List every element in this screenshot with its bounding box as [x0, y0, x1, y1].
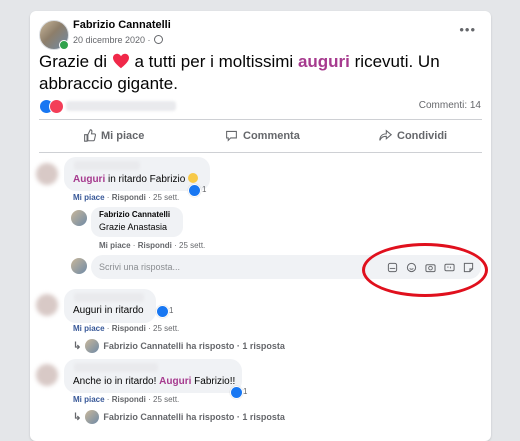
online-status-dot	[59, 40, 69, 50]
action-bar: Mi piace Commenta Condividi	[39, 123, 482, 149]
blurred-commenter-name	[74, 293, 144, 302]
commenter-avatar[interactable]	[36, 163, 58, 185]
comment-reaction-count[interactable]: 1	[202, 185, 206, 194]
reply-meta: Mi piace · Rispondi · 25 sett.	[99, 241, 206, 250]
like-reaction-icon	[188, 184, 201, 197]
love-reaction-icon	[49, 99, 64, 114]
reply-author[interactable]: Fabrizio Cannatelli	[99, 210, 170, 219]
comment-like-link[interactable]: Mi piace	[73, 395, 105, 404]
share-button[interactable]: Condividi	[379, 129, 447, 142]
reply-arrow-icon: ↳	[73, 340, 82, 352]
comment-text: Auguri in ritardo	[73, 305, 144, 316]
reply-text: Grazie Anastasia	[99, 222, 168, 232]
comment-button[interactable]: Commenta	[225, 129, 300, 142]
comment-reply-link[interactable]: Rispondi	[112, 324, 146, 333]
current-user-avatar	[71, 258, 87, 274]
reply-input-placeholder: Scrivi una risposta...	[99, 262, 181, 272]
blurred-commenter-name	[74, 363, 158, 372]
globe-icon	[153, 35, 163, 44]
comment-reply-link[interactable]: Rispondi	[112, 193, 146, 202]
comment-time[interactable]: · 25 sett.	[148, 395, 179, 404]
like-reaction-icon	[230, 386, 243, 399]
reply-author-avatar[interactable]	[71, 210, 87, 226]
divider	[39, 152, 482, 153]
post-text-highlight: auguri	[297, 52, 350, 71]
comment-meta: Mi piace · Rispondi · 25 sett.	[73, 193, 180, 202]
like-button-label: Mi piace	[101, 129, 145, 142]
blurred-commenter-name	[74, 161, 140, 170]
comment-highlight: Auguri	[159, 376, 192, 387]
comment-button-label: Commenta	[243, 129, 300, 142]
comment-meta: Mi piace · Rispondi · 25 sett.	[73, 324, 180, 333]
commenter-avatar[interactable]	[36, 294, 58, 316]
divider	[39, 119, 482, 120]
comment-icon	[226, 130, 237, 142]
post-text-part: a tutti per i moltissimi	[134, 52, 294, 71]
comment-text: Anche io in ritardo! Auguri Fabrizio!!	[73, 376, 235, 387]
comment-text: Auguri in ritardo Fabrizio	[73, 173, 199, 185]
heart-icon	[112, 53, 129, 69]
share-icon	[379, 129, 392, 141]
reply-author-avatar	[85, 339, 100, 353]
red-highlight-circle	[362, 243, 488, 297]
reply-like-link[interactable]: Mi piace	[99, 241, 131, 250]
post-author[interactable]: Fabrizio Cannatelli	[73, 19, 171, 31]
view-replies-text: Fabrizio Cannatelli ha risposto · 1 risp…	[103, 341, 285, 351]
reply-arrow-icon: ↳	[73, 411, 82, 423]
like-reaction-icon	[156, 305, 169, 318]
reply-author-avatar	[85, 410, 100, 424]
view-replies-text: Fabrizio Cannatelli ha risposto · 1 risp…	[103, 412, 285, 422]
comment-reaction-count[interactable]: 1	[243, 387, 247, 396]
blurred-names	[66, 101, 176, 111]
post-text: Grazie di a tutti per i moltissimi augur…	[39, 51, 479, 95]
post-date-text: 20 dicembre 2020 ·	[73, 35, 151, 45]
more-options-icon[interactable]: •••	[459, 22, 476, 37]
commenter-avatar[interactable]	[36, 364, 58, 386]
comment-reply-link[interactable]: Rispondi	[112, 395, 146, 404]
comment-meta: Mi piace · Rispondi · 25 sett.	[73, 395, 180, 404]
comment-time[interactable]: · 25 sett.	[148, 324, 179, 333]
comment-like-link[interactable]: Mi piace	[73, 324, 105, 333]
like-button[interactable]: Mi piace	[83, 129, 144, 142]
comment-like-link[interactable]: Mi piace	[73, 193, 105, 202]
share-button-label: Condividi	[397, 129, 448, 142]
smile-emoji-icon	[188, 173, 199, 183]
view-replies-link[interactable]: ↳ Fabrizio Cannatelli ha risposto · 1 ri…	[73, 410, 285, 424]
comments-counter[interactable]: Commenti: 14	[419, 100, 481, 111]
thumbs-up-icon	[84, 129, 96, 142]
author-avatar[interactable]	[39, 20, 69, 50]
view-replies-link[interactable]: ↳ Fabrizio Cannatelli ha risposto · 1 ri…	[73, 339, 285, 353]
reply-reply-link[interactable]: Rispondi	[138, 241, 172, 250]
post-card: Fabrizio Cannatelli 20 dicembre 2020 · •…	[30, 11, 491, 441]
comment-text-part: in ritardo Fabrizio	[108, 174, 186, 185]
post-text-part: Grazie di	[39, 52, 108, 71]
comment-text-part: Anche io in ritardo!	[73, 376, 157, 387]
comment-time[interactable]: · 25 sett.	[148, 193, 179, 202]
reply-time[interactable]: · 25 sett.	[174, 241, 205, 250]
comment-text-part: Fabrizio!!	[194, 376, 236, 387]
comment-highlight: Auguri	[73, 174, 106, 185]
comment-reaction-count[interactable]: 1	[169, 306, 173, 315]
post-date[interactable]: 20 dicembre 2020 ·	[73, 35, 163, 45]
